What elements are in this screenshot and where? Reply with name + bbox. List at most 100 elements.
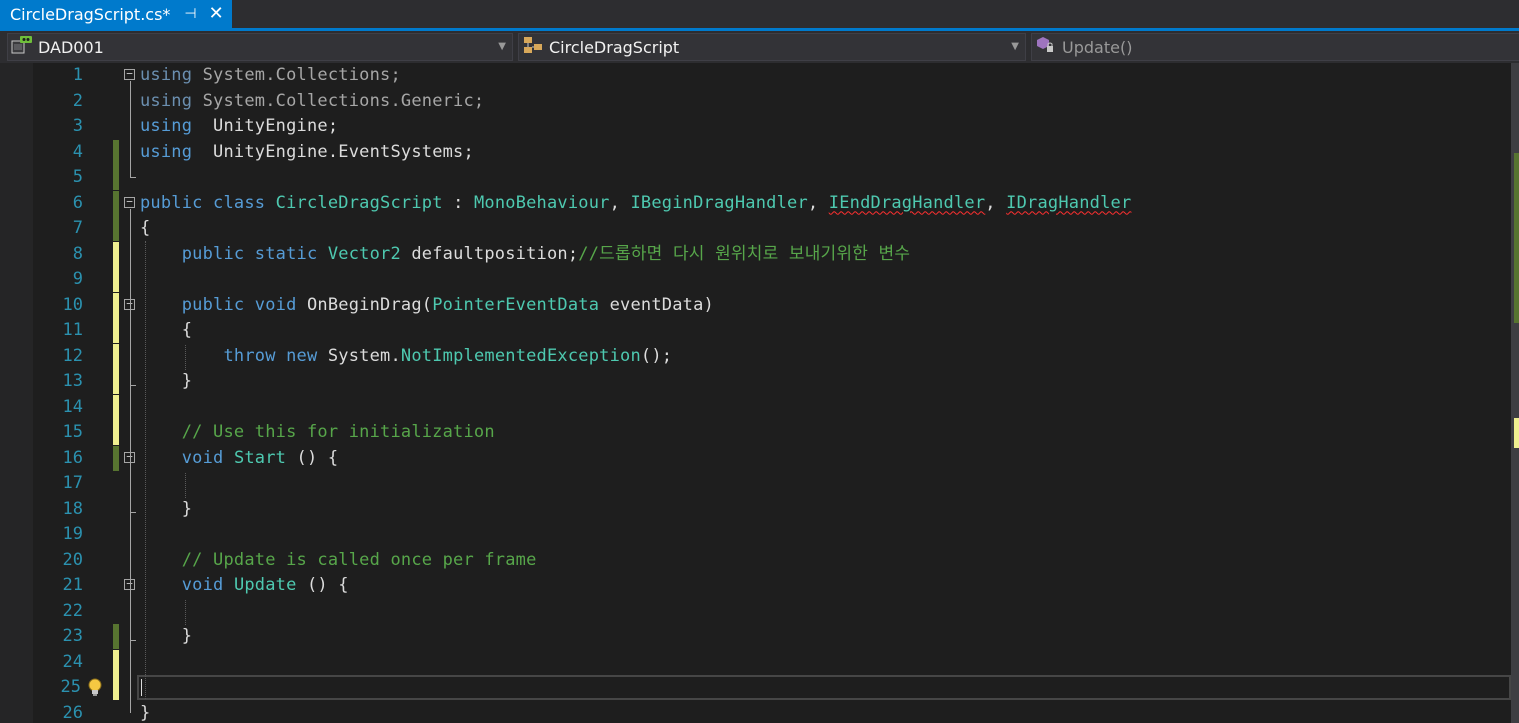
code-token: //드롭하면 다시 원위치로 보내기위한 변수 [578, 243, 911, 264]
code-token: Start [233, 447, 287, 468]
code-token: UnityEngine.EventSystems; [192, 141, 474, 162]
code-line[interactable]: 2 using System.Collections.Generic; [0, 89, 1519, 114]
change-tracking-bar [113, 216, 119, 241]
code-token: // Use this for initialization [181, 422, 495, 442]
code-token: { [140, 218, 151, 238]
code-line[interactable]: 14 [0, 394, 1519, 420]
project-dropdown[interactable]: DAD001 ▼ [7, 33, 513, 61]
code-line[interactable]: 16− void Start () { [0, 445, 1519, 471]
line-number: 24 [62, 651, 83, 672]
outline-end-marker [130, 512, 136, 513]
member-dropdown[interactable]: Update() [1031, 33, 1519, 61]
line-number: 3 [72, 116, 83, 136]
code-line[interactable]: 7{ [0, 216, 1519, 241]
code-token: PointerEventData [432, 294, 600, 315]
indent-guide [185, 600, 186, 625]
code-line[interactable]: 22 [0, 599, 1519, 624]
code-line[interactable]: 13 } [0, 369, 1519, 394]
code-text: { [140, 216, 150, 241]
line-number: 6 [72, 192, 83, 213]
collapse-toggle-icon[interactable]: − [124, 196, 135, 208]
code-token: } [140, 626, 193, 646]
code-text: public void OnBeginDrag(PointerEventData… [140, 293, 714, 318]
change-tracking-bar [113, 292, 119, 318]
code-area[interactable]: 1− using System.Collections; 2 using System… [0, 63, 1519, 723]
code-token: static [254, 243, 318, 264]
code-line[interactable]: 12 throw new System.NotImplementedExcept… [0, 343, 1519, 369]
class-name: CircleDragScript [549, 37, 680, 57]
chevron-down-icon: ▼ [498, 41, 506, 52]
code-line[interactable]: 25 [0, 675, 1519, 700]
line-number: 4 [72, 141, 83, 162]
code-line[interactable]: 15 // Use this for initialization [0, 420, 1519, 445]
code-token: IDragHandler [1006, 192, 1132, 213]
code-line[interactable]: 11 { [0, 318, 1519, 343]
current-line-highlight [137, 675, 1511, 700]
visual-studio-editor-window: CircleDragScript.cs* ⊣ ✕ DAD001 ▼ Circle… [0, 0, 1519, 723]
code-line[interactable]: 19 [0, 522, 1519, 547]
code-line[interactable]: 5 [0, 165, 1519, 190]
code-token: new [286, 345, 318, 366]
line-number: 13 [62, 371, 83, 391]
document-tab-strip: CircleDragScript.cs* ⊣ ✕ [0, 0, 1519, 28]
tab-circledragscript[interactable]: CircleDragScript.cs* ⊣ ✕ [0, 0, 232, 28]
code-line[interactable]: 24 [0, 649, 1519, 675]
code-line[interactable]: 21− void Update () { [0, 573, 1519, 598]
code-token: IEndDragHandler [828, 192, 986, 213]
code-token: System.Collections; [192, 65, 401, 85]
code-token: void [181, 447, 224, 468]
code-text: // Use this for initialization [140, 420, 495, 445]
code-line[interactable]: 23 } [0, 624, 1519, 649]
lightbulb-icon[interactable] [86, 678, 104, 697]
scrollbar-change-mark [1514, 418, 1519, 448]
change-tracking-bar [113, 190, 119, 216]
project-name: DAD001 [38, 37, 104, 57]
code-line[interactable]: 10− public void OnBeginDrag(PointerEvent… [0, 292, 1519, 318]
code-line[interactable]: 20 // Update is called once per frame [0, 548, 1519, 573]
indent-guide [145, 241, 146, 699]
code-token: public [181, 243, 245, 264]
code-token: OnBeginDrag( [296, 294, 433, 315]
code-line[interactable]: 4 using UnityEngine.EventSystems; [0, 139, 1519, 165]
line-number: 26 [62, 702, 83, 723]
change-tracking-bar [113, 318, 119, 343]
code-line[interactable]: 8 public static Vector2 defaultposition;… [0, 241, 1519, 267]
scrollbar-change-mark [1514, 153, 1519, 213]
code-token: IBeginDragHandler [630, 192, 808, 213]
code-line[interactable]: 18 } [0, 497, 1519, 522]
code-editor[interactable]: 1− using System.Collections; 2 using System… [0, 63, 1519, 723]
class-dropdown[interactable]: CircleDragScript ▼ [518, 33, 1026, 61]
line-number: 11 [62, 320, 83, 340]
vertical-scrollbar[interactable] [1511, 63, 1519, 723]
code-token: Vector2 [327, 243, 401, 264]
change-tracking-bar [113, 165, 119, 190]
code-line[interactable]: 26} [0, 701, 1519, 723]
code-text: } [140, 369, 192, 394]
code-line[interactable]: 1 − using System.Collections; [0, 63, 1519, 88]
code-text: void Update () { [140, 573, 349, 598]
change-tracking-bar [113, 267, 119, 292]
line-number: 20 [62, 549, 83, 570]
change-tracking-bar [113, 675, 119, 700]
method-outline [130, 311, 131, 386]
code-line[interactable]: 6 − public class CircleDragScript : MonoBe… [0, 190, 1519, 216]
code-token: System. [317, 345, 401, 366]
close-icon[interactable]: ✕ [209, 5, 224, 23]
navigation-bar: DAD001 ▼ CircleDragScript ▼ Update() [0, 31, 1519, 63]
collapse-toggle-icon[interactable]: − [124, 68, 135, 80]
pin-icon[interactable]: ⊣ [184, 6, 196, 22]
code-token: , [609, 192, 631, 213]
code-line[interactable]: 9 [0, 267, 1519, 292]
code-line[interactable]: 3 using UnityEngine; [0, 114, 1519, 139]
member-name: Update() [1062, 37, 1133, 57]
code-token: } [140, 702, 151, 723]
code-line[interactable]: 17 [0, 471, 1519, 496]
code-text: } [140, 701, 150, 723]
